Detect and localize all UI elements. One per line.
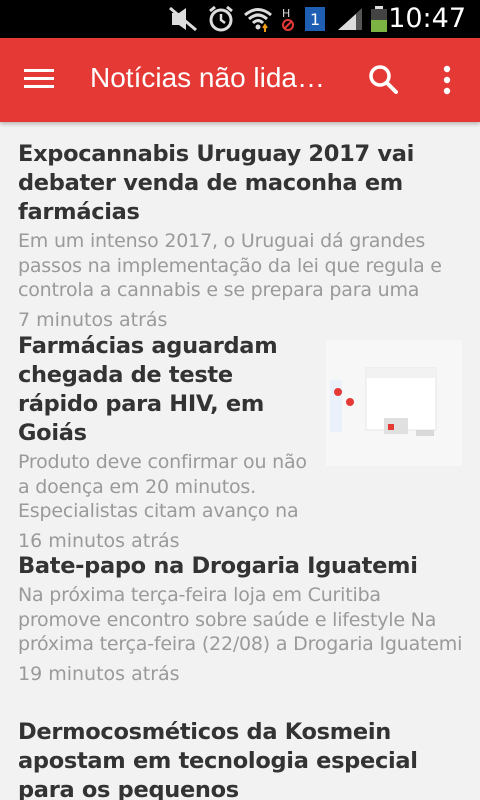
svg-text:1: 1	[310, 10, 320, 29]
hiv-test-kit-image	[326, 340, 462, 466]
article-headline: Farmácias aguardam chegada de teste rápi…	[18, 333, 278, 446]
status-bar: H 1 10:47	[0, 0, 480, 38]
article-headline: Bate-papo na Drogaria Iguatemi	[18, 553, 418, 579]
notification-1-icon: 1	[305, 7, 325, 31]
mute-icon	[169, 6, 197, 32]
wifi-icon	[244, 8, 272, 32]
clock: 10:47	[388, 3, 466, 34]
article-item[interactable]: Farmácias aguardam chegada de teste rápi…	[18, 332, 308, 552]
search-icon[interactable]	[366, 62, 402, 98]
hamburger-menu-icon[interactable]	[22, 64, 56, 94]
alarm-icon	[209, 6, 233, 32]
article-summary: Na próxima terça-feira loja em Curitiba …	[18, 584, 463, 655]
article-time: 7 minutos atrás	[18, 308, 168, 331]
page-title: Notícias não lida…	[90, 62, 326, 93]
signal-icon	[338, 8, 362, 30]
article-summary: Produto deve confirmar ou não a doença e…	[18, 451, 307, 522]
more-options-icon[interactable]	[432, 62, 462, 98]
article-item[interactable]: Bate-papo na Drogaria Iguatemi Na próxim…	[18, 552, 466, 685]
article-item[interactable]: Expocannabis Uruguay 2017 vai debater ve…	[18, 140, 462, 331]
article-summary: Em um intenso 2017, o Uruguai dá grandes…	[18, 230, 442, 301]
article-item[interactable]: Dermocosméticos da Kosmein apostam em te…	[18, 718, 462, 800]
battery-icon	[371, 6, 387, 32]
article-time: 16 minutos atrás	[18, 529, 180, 552]
article-thumbnail[interactable]	[326, 340, 462, 466]
svg-text:H: H	[282, 7, 290, 20]
news-feed[interactable]: Expocannabis Uruguay 2017 vai debater ve…	[0, 122, 480, 800]
app-bar: Notícias não lida…	[0, 38, 480, 122]
no-data-icon: H	[282, 7, 294, 31]
article-headline: Expocannabis Uruguay 2017 vai debater ve…	[18, 141, 415, 225]
article-time: 19 minutos atrás	[18, 662, 180, 685]
article-headline: Dermocosméticos da Kosmein apostam em te…	[18, 719, 418, 800]
